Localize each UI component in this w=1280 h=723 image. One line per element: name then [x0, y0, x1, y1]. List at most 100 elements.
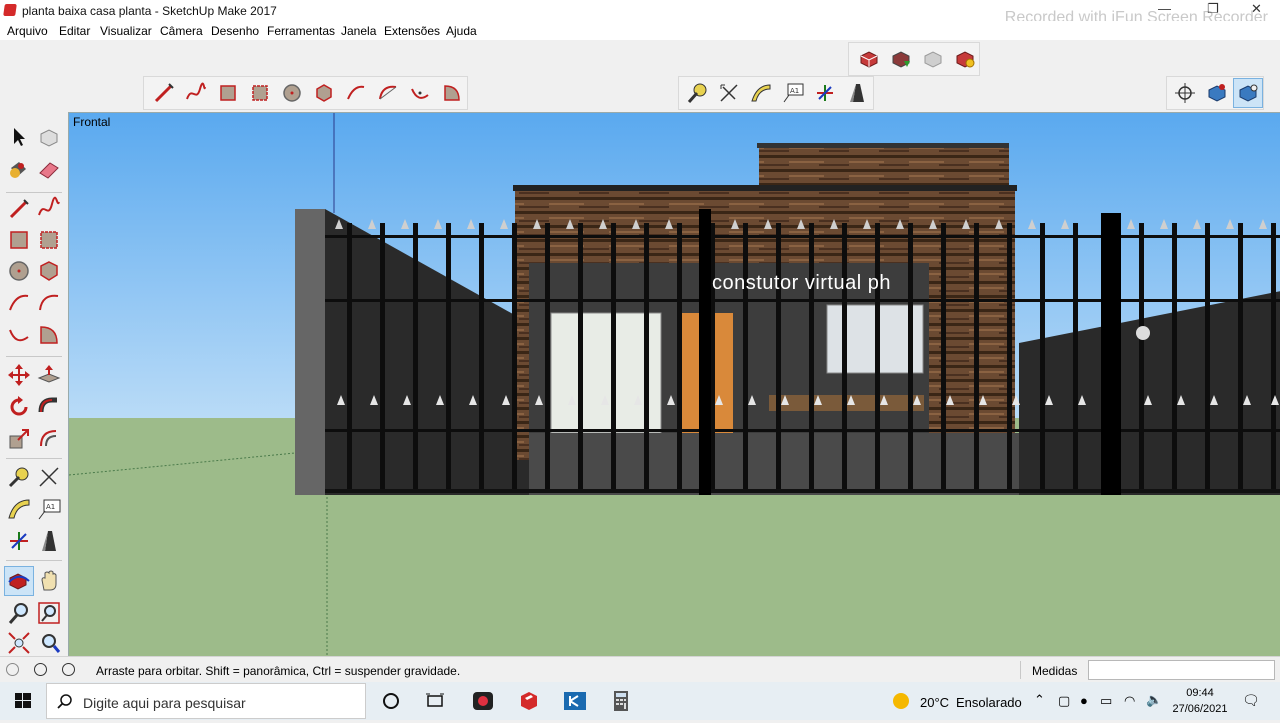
menu-visualizar[interactable]: Visualizar — [100, 24, 152, 38]
circle-tool-icon[interactable] — [280, 81, 304, 105]
menu-extensoes[interactable]: Extensões — [384, 24, 440, 38]
3d-text-icon[interactable] — [845, 81, 869, 105]
select-tool-icon[interactable] — [6, 124, 32, 150]
rotated-rectangle-icon[interactable] — [36, 227, 62, 253]
measurements-input[interactable] — [1088, 660, 1275, 680]
arc-tool-icon[interactable] — [344, 81, 368, 105]
restore-icon[interactable]: ❐ — [1207, 1, 1219, 17]
follow-me-icon[interactable] — [36, 394, 62, 420]
three-point-arc-icon[interactable] — [6, 322, 32, 348]
paint-bucket-icon[interactable] — [6, 156, 32, 182]
move-tool-icon[interactable] — [6, 362, 32, 388]
extension-warehouse-icon[interactable] — [953, 47, 977, 71]
rectangle-tool-icon[interactable] — [6, 227, 32, 253]
task-view-icon[interactable] — [422, 688, 448, 714]
weather-description[interactable]: Ensolarado — [956, 695, 1022, 710]
screen-recorder-app-icon[interactable] — [470, 688, 496, 714]
user-account-icon[interactable] — [62, 663, 75, 676]
menu-editar[interactable]: Editar — [59, 24, 90, 38]
rotate-tool-icon[interactable] — [6, 394, 32, 420]
menu-arquivo[interactable]: Arquivo — [7, 24, 48, 38]
position-camera-icon[interactable] — [1173, 81, 1197, 105]
wifi-icon[interactable]: ◠ — [1124, 693, 1135, 709]
credits-icon[interactable] — [34, 663, 47, 676]
push-pull-icon[interactable] — [36, 362, 62, 388]
text-tool-icon[interactable]: A1 — [36, 496, 62, 522]
weather-sun-icon[interactable] — [893, 693, 909, 709]
make-component-icon[interactable] — [36, 124, 62, 150]
svg-text:A1: A1 — [790, 87, 799, 95]
menu-ajuda[interactable]: Ajuda — [446, 24, 477, 38]
microphone-icon[interactable]: ● — [1080, 693, 1088, 708]
close-icon[interactable]: ✕ — [1251, 1, 1262, 17]
rotated-rectangle-icon[interactable] — [248, 81, 272, 105]
circle-tool-icon[interactable] — [6, 258, 32, 284]
pie-tool-icon[interactable] — [440, 81, 464, 105]
axes-tool-icon[interactable] — [813, 81, 837, 105]
previous-view-icon[interactable] — [36, 630, 62, 656]
volume-icon[interactable]: 🔈 — [1146, 692, 1162, 708]
dimension-tool-icon[interactable] — [36, 464, 62, 490]
zoom-extents-icon[interactable] — [6, 630, 32, 656]
polygon-tool-icon[interactable] — [312, 81, 336, 105]
menu-ferramentas[interactable]: Ferramentas — [267, 24, 335, 38]
zoom-window-icon[interactable] — [36, 600, 62, 626]
protractor-icon[interactable] — [6, 496, 32, 522]
minimize-icon[interactable]: — — [1158, 1, 1171, 16]
share-component-icon[interactable] — [921, 47, 945, 71]
battery-icon[interactable]: ▭ — [1100, 693, 1112, 709]
window-title: planta baixa casa planta - SketchUp Make… — [22, 4, 277, 18]
look-around-icon[interactable] — [1233, 78, 1263, 108]
axes-tool-icon[interactable] — [6, 528, 32, 554]
scale-tool-icon[interactable] — [6, 426, 32, 452]
cortana-icon[interactable] — [378, 688, 404, 714]
three-point-arc-icon[interactable] — [408, 81, 432, 105]
menu-camera[interactable]: Câmera — [160, 24, 203, 38]
camera-toolbar — [1166, 76, 1264, 110]
fence-bars — [325, 223, 1280, 493]
clock-date: 27/06/2021 — [1172, 703, 1228, 715]
dimension-tool-icon[interactable] — [717, 81, 741, 105]
weather-temperature[interactable]: 20°C — [920, 695, 949, 710]
two-point-arc-icon[interactable] — [36, 290, 62, 316]
orbit-tool-icon[interactable] — [4, 566, 34, 596]
taskbar-search-box[interactable]: Digite aqui para pesquisar — [46, 683, 366, 719]
offset-tool-icon[interactable] — [36, 426, 62, 452]
meet-now-icon[interactable]: ▢ — [1058, 693, 1070, 709]
pie-tool-icon[interactable] — [36, 322, 62, 348]
calculator-app-icon[interactable] — [608, 688, 634, 714]
zoom-tool-icon[interactable] — [6, 600, 32, 626]
line-tool-icon[interactable] — [6, 196, 32, 222]
two-point-arc-icon[interactable] — [376, 81, 400, 105]
eraser-icon[interactable] — [36, 156, 62, 182]
share-model-icon[interactable] — [889, 47, 913, 71]
rectangle-tool-icon[interactable] — [216, 81, 240, 105]
tape-measure-icon[interactable] — [6, 464, 32, 490]
toolbar-area: A1 — [0, 40, 1280, 112]
warehouse-toolbar — [848, 42, 980, 76]
menu-desenho[interactable]: Desenho — [211, 24, 259, 38]
3d-warehouse-icon[interactable] — [857, 47, 881, 71]
menu-janela[interactable]: Janela — [341, 24, 376, 38]
3d-text-icon[interactable] — [36, 528, 62, 554]
freehand-tool-icon[interactable] — [184, 81, 208, 105]
sketchup-app-icon[interactable] — [516, 688, 542, 714]
walk-icon[interactable] — [1205, 81, 1229, 105]
freehand-tool-icon[interactable] — [36, 196, 62, 222]
polygon-tool-icon[interactable] — [36, 258, 62, 284]
system-clock[interactable]: 09:44 27/06/2021 — [1170, 685, 1230, 717]
protractor-icon[interactable] — [749, 81, 773, 105]
geo-location-icon[interactable] — [6, 663, 19, 676]
arc-tool-icon[interactable] — [6, 290, 32, 316]
text-tool-icon[interactable]: A1 — [781, 81, 805, 105]
tape-measure-icon[interactable] — [685, 81, 709, 105]
line-tool-icon[interactable] — [152, 81, 176, 105]
status-bar: Arraste para orbitar. Shift = panorâmica… — [0, 656, 1280, 682]
3d-scene[interactable] — [69, 113, 1280, 656]
model-viewport[interactable]: Frontal constutor virtual ph — [68, 112, 1280, 656]
windows-start-icon[interactable] — [0, 682, 46, 720]
kdenlive-app-icon[interactable] — [562, 688, 588, 714]
pan-tool-icon[interactable] — [36, 568, 62, 594]
notifications-icon[interactable]: 🗨 — [1242, 692, 1260, 709]
show-hidden-icons-chevron-icon[interactable]: ⌃ — [1034, 692, 1045, 708]
